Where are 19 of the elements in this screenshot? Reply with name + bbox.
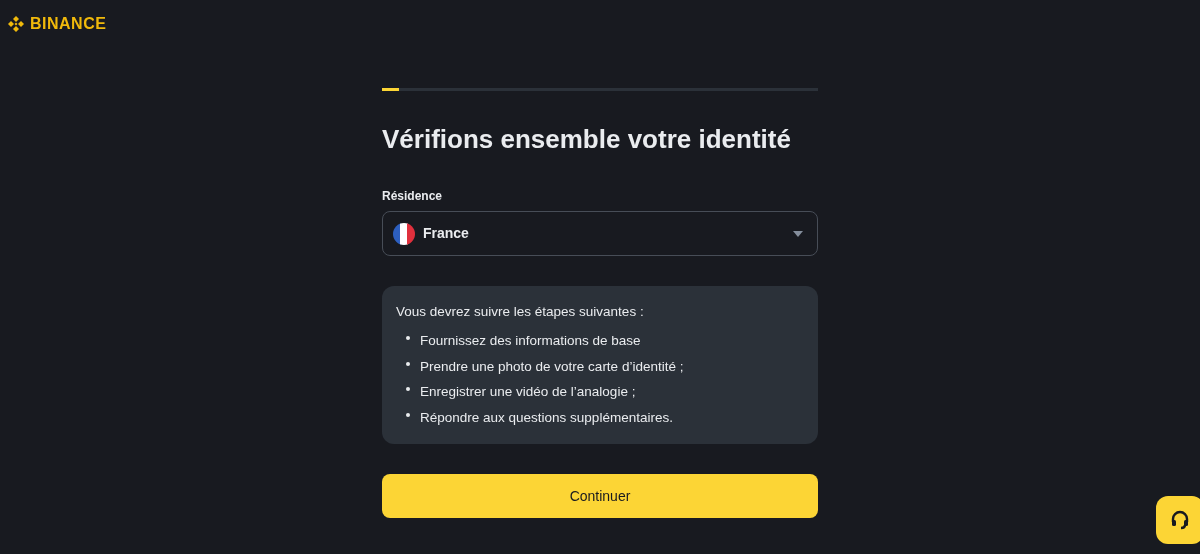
intro-text: Vous devrez suivre les étapes suivantes : — [396, 303, 645, 322]
logo-text: BINANCE — [30, 14, 107, 34]
step-text: Enregistrer une vidéo de l’analogie ; — [420, 383, 636, 402]
logo-icon — [6, 14, 26, 34]
page-title: Vérifions ensemble votre identité — [382, 124, 792, 156]
bullet-icon — [406, 412, 410, 417]
bullet-icon — [406, 387, 410, 392]
field-label: Résidence — [382, 188, 444, 206]
support-button[interactable] — [1156, 496, 1200, 544]
step-text: Fournissez des informations de base — [420, 332, 641, 351]
bullet-icon — [406, 336, 410, 341]
headset-icon — [1170, 510, 1190, 530]
caret-icon — [793, 230, 803, 237]
flag-icon — [393, 222, 415, 245]
step-text: Répondre aux questions supplémentaires. — [420, 408, 673, 427]
continue-button[interactable]: Continuer — [382, 474, 818, 519]
step-text: Prendre une photo de votre carte d’identité ; — [420, 357, 684, 376]
bullet-icon — [406, 361, 410, 366]
country-select[interactable]: France — [382, 211, 818, 257]
